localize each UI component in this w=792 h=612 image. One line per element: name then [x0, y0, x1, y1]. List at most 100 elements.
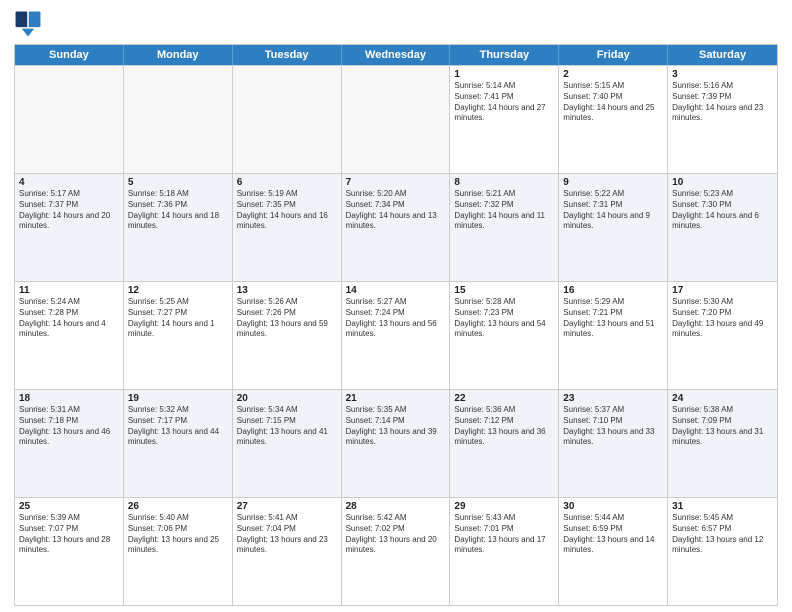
day-info: Sunrise: 5:16 AMSunset: 7:39 PMDaylight:… [672, 81, 773, 124]
cal-day-empty-0-2 [233, 66, 342, 173]
day-info: Sunrise: 5:45 AMSunset: 6:57 PMDaylight:… [672, 513, 773, 556]
day-info: Sunrise: 5:41 AMSunset: 7:04 PMDaylight:… [237, 513, 337, 556]
cal-day-empty-0-1 [124, 66, 233, 173]
day-number: 4 [19, 177, 119, 188]
day-info: Sunrise: 5:31 AMSunset: 7:18 PMDaylight:… [19, 405, 119, 448]
logo-icon [14, 10, 42, 38]
day-number: 24 [672, 393, 773, 404]
cal-week-4: 18Sunrise: 5:31 AMSunset: 7:18 PMDayligh… [15, 389, 777, 497]
day-number: 3 [672, 69, 773, 80]
day-number: 9 [563, 177, 663, 188]
day-number: 8 [454, 177, 554, 188]
day-info: Sunrise: 5:28 AMSunset: 7:23 PMDaylight:… [454, 297, 554, 340]
cal-header-monday: Monday [124, 45, 233, 65]
logo-area [14, 10, 44, 38]
calendar-body: 1Sunrise: 5:14 AMSunset: 7:41 PMDaylight… [15, 65, 777, 605]
day-number: 12 [128, 285, 228, 296]
cal-day-29: 29Sunrise: 5:43 AMSunset: 7:01 PMDayligh… [450, 498, 559, 605]
cal-day-16: 16Sunrise: 5:29 AMSunset: 7:21 PMDayligh… [559, 282, 668, 389]
cal-day-5: 5Sunrise: 5:18 AMSunset: 7:36 PMDaylight… [124, 174, 233, 281]
day-info: Sunrise: 5:39 AMSunset: 7:07 PMDaylight:… [19, 513, 119, 556]
day-info: Sunrise: 5:37 AMSunset: 7:10 PMDaylight:… [563, 405, 663, 448]
day-number: 10 [672, 177, 773, 188]
day-number: 31 [672, 501, 773, 512]
cal-day-22: 22Sunrise: 5:36 AMSunset: 7:12 PMDayligh… [450, 390, 559, 497]
day-number: 23 [563, 393, 663, 404]
day-info: Sunrise: 5:26 AMSunset: 7:26 PMDaylight:… [237, 297, 337, 340]
day-info: Sunrise: 5:35 AMSunset: 7:14 PMDaylight:… [346, 405, 446, 448]
cal-day-31: 31Sunrise: 5:45 AMSunset: 6:57 PMDayligh… [668, 498, 777, 605]
cal-day-3: 3Sunrise: 5:16 AMSunset: 7:39 PMDaylight… [668, 66, 777, 173]
day-number: 5 [128, 177, 228, 188]
day-info: Sunrise: 5:24 AMSunset: 7:28 PMDaylight:… [19, 297, 119, 340]
cal-header-sunday: Sunday [15, 45, 124, 65]
cal-day-26: 26Sunrise: 5:40 AMSunset: 7:06 PMDayligh… [124, 498, 233, 605]
day-number: 11 [19, 285, 119, 296]
cal-week-5: 25Sunrise: 5:39 AMSunset: 7:07 PMDayligh… [15, 497, 777, 605]
cal-day-1: 1Sunrise: 5:14 AMSunset: 7:41 PMDaylight… [450, 66, 559, 173]
day-info: Sunrise: 5:38 AMSunset: 7:09 PMDaylight:… [672, 405, 773, 448]
day-number: 28 [346, 501, 446, 512]
cal-header-wednesday: Wednesday [342, 45, 451, 65]
calendar: SundayMondayTuesdayWednesdayThursdayFrid… [14, 44, 778, 606]
day-number: 21 [346, 393, 446, 404]
day-info: Sunrise: 5:15 AMSunset: 7:40 PMDaylight:… [563, 81, 663, 124]
day-info: Sunrise: 5:36 AMSunset: 7:12 PMDaylight:… [454, 405, 554, 448]
cal-day-2: 2Sunrise: 5:15 AMSunset: 7:40 PMDaylight… [559, 66, 668, 173]
day-number: 15 [454, 285, 554, 296]
cal-day-8: 8Sunrise: 5:21 AMSunset: 7:32 PMDaylight… [450, 174, 559, 281]
cal-day-21: 21Sunrise: 5:35 AMSunset: 7:14 PMDayligh… [342, 390, 451, 497]
cal-day-empty-0-0 [15, 66, 124, 173]
day-info: Sunrise: 5:23 AMSunset: 7:30 PMDaylight:… [672, 189, 773, 232]
day-info: Sunrise: 5:40 AMSunset: 7:06 PMDaylight:… [128, 513, 228, 556]
day-number: 26 [128, 501, 228, 512]
cal-day-23: 23Sunrise: 5:37 AMSunset: 7:10 PMDayligh… [559, 390, 668, 497]
cal-week-3: 11Sunrise: 5:24 AMSunset: 7:28 PMDayligh… [15, 281, 777, 389]
cal-day-24: 24Sunrise: 5:38 AMSunset: 7:09 PMDayligh… [668, 390, 777, 497]
day-number: 13 [237, 285, 337, 296]
day-number: 1 [454, 69, 554, 80]
day-number: 27 [237, 501, 337, 512]
calendar-header-row: SundayMondayTuesdayWednesdayThursdayFrid… [15, 45, 777, 65]
cal-day-6: 6Sunrise: 5:19 AMSunset: 7:35 PMDaylight… [233, 174, 342, 281]
cal-day-27: 27Sunrise: 5:41 AMSunset: 7:04 PMDayligh… [233, 498, 342, 605]
cal-day-18: 18Sunrise: 5:31 AMSunset: 7:18 PMDayligh… [15, 390, 124, 497]
cal-header-tuesday: Tuesday [233, 45, 342, 65]
cal-week-1: 1Sunrise: 5:14 AMSunset: 7:41 PMDaylight… [15, 65, 777, 173]
day-info: Sunrise: 5:17 AMSunset: 7:37 PMDaylight:… [19, 189, 119, 232]
day-info: Sunrise: 5:32 AMSunset: 7:17 PMDaylight:… [128, 405, 228, 448]
day-info: Sunrise: 5:25 AMSunset: 7:27 PMDaylight:… [128, 297, 228, 340]
day-number: 22 [454, 393, 554, 404]
cal-day-28: 28Sunrise: 5:42 AMSunset: 7:02 PMDayligh… [342, 498, 451, 605]
day-number: 17 [672, 285, 773, 296]
cal-day-30: 30Sunrise: 5:44 AMSunset: 6:59 PMDayligh… [559, 498, 668, 605]
day-number: 25 [19, 501, 119, 512]
day-info: Sunrise: 5:22 AMSunset: 7:31 PMDaylight:… [563, 189, 663, 232]
day-info: Sunrise: 5:20 AMSunset: 7:34 PMDaylight:… [346, 189, 446, 232]
header [14, 10, 778, 38]
day-info: Sunrise: 5:43 AMSunset: 7:01 PMDaylight:… [454, 513, 554, 556]
day-number: 7 [346, 177, 446, 188]
day-info: Sunrise: 5:44 AMSunset: 6:59 PMDaylight:… [563, 513, 663, 556]
cal-day-17: 17Sunrise: 5:30 AMSunset: 7:20 PMDayligh… [668, 282, 777, 389]
day-number: 2 [563, 69, 663, 80]
cal-day-14: 14Sunrise: 5:27 AMSunset: 7:24 PMDayligh… [342, 282, 451, 389]
cal-day-4: 4Sunrise: 5:17 AMSunset: 7:37 PMDaylight… [15, 174, 124, 281]
cal-day-7: 7Sunrise: 5:20 AMSunset: 7:34 PMDaylight… [342, 174, 451, 281]
cal-day-empty-0-3 [342, 66, 451, 173]
cal-day-10: 10Sunrise: 5:23 AMSunset: 7:30 PMDayligh… [668, 174, 777, 281]
day-number: 30 [563, 501, 663, 512]
day-info: Sunrise: 5:18 AMSunset: 7:36 PMDaylight:… [128, 189, 228, 232]
day-info: Sunrise: 5:42 AMSunset: 7:02 PMDaylight:… [346, 513, 446, 556]
cal-header-thursday: Thursday [450, 45, 559, 65]
day-info: Sunrise: 5:27 AMSunset: 7:24 PMDaylight:… [346, 297, 446, 340]
cal-day-15: 15Sunrise: 5:28 AMSunset: 7:23 PMDayligh… [450, 282, 559, 389]
day-number: 18 [19, 393, 119, 404]
day-info: Sunrise: 5:19 AMSunset: 7:35 PMDaylight:… [237, 189, 337, 232]
page: SundayMondayTuesdayWednesdayThursdayFrid… [0, 0, 792, 612]
day-info: Sunrise: 5:14 AMSunset: 7:41 PMDaylight:… [454, 81, 554, 124]
cal-day-11: 11Sunrise: 5:24 AMSunset: 7:28 PMDayligh… [15, 282, 124, 389]
cal-week-2: 4Sunrise: 5:17 AMSunset: 7:37 PMDaylight… [15, 173, 777, 281]
cal-header-saturday: Saturday [668, 45, 777, 65]
cal-header-friday: Friday [559, 45, 668, 65]
